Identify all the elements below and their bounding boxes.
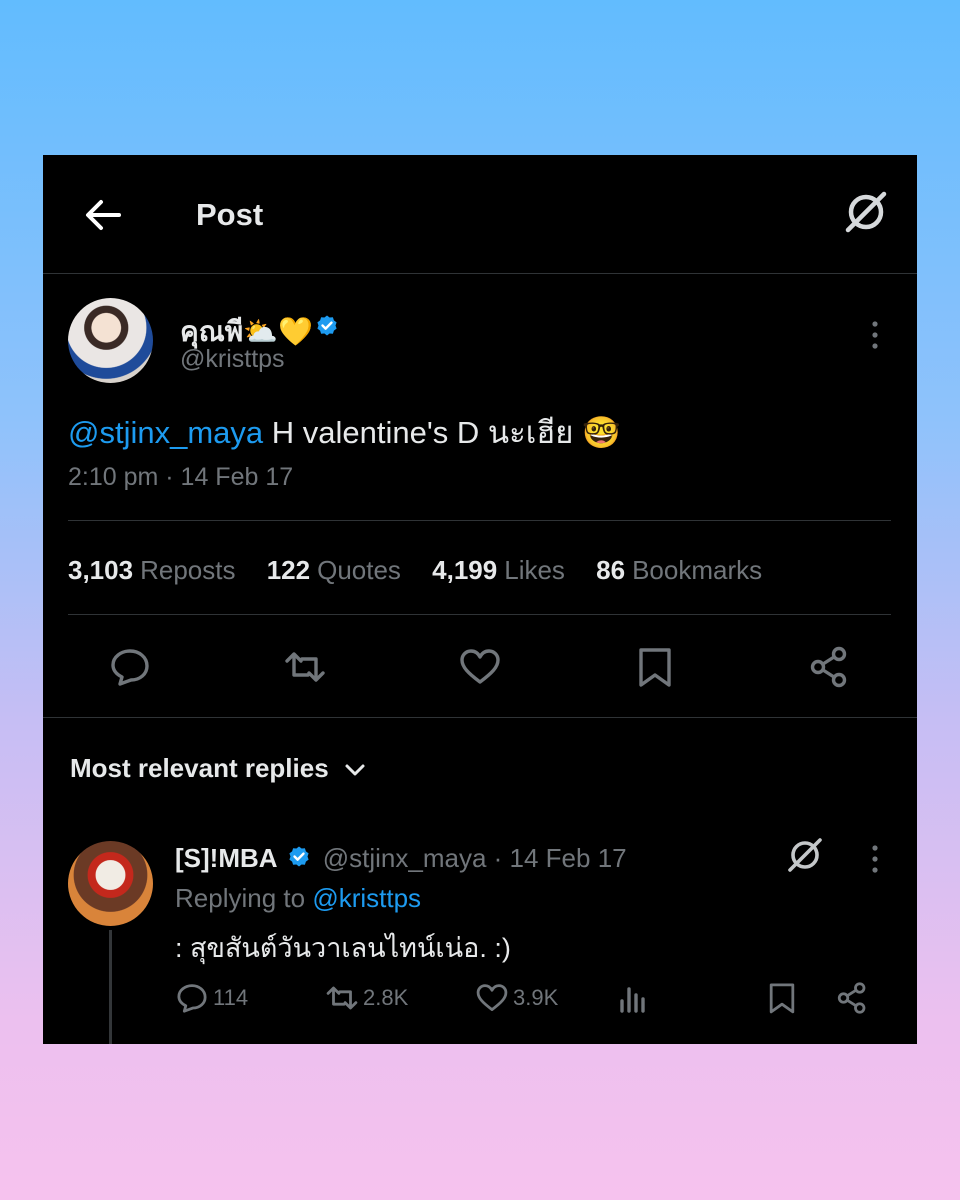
- divider: [43, 717, 917, 718]
- reply-author-line: [S]!MBA @stjinx_maya · 14 Feb 17: [175, 843, 627, 874]
- replying-to: Replying to @kristtps: [175, 883, 421, 914]
- replies-sort-label[interactable]: Most relevant replies: [70, 753, 329, 784]
- share-icon[interactable]: [807, 645, 851, 689]
- reply-icon: [177, 984, 207, 1013]
- tweet-body: H valentine's D นะเฮีย 🤓: [263, 415, 621, 450]
- share-icon: [837, 982, 866, 1014]
- tweet-text: @stjinx_maya H valentine's D นะเฮีย 🤓: [68, 407, 621, 457]
- grok-icon[interactable]: [841, 187, 891, 237]
- bookmark-icon[interactable]: [633, 645, 677, 689]
- author-handle[interactable]: @kristtps: [180, 345, 285, 374]
- reply-author-avatar[interactable]: [68, 841, 153, 926]
- repost-icon: [326, 986, 358, 1010]
- bookmarks-stat[interactable]: 86 Bookmarks: [596, 555, 762, 585]
- reposts-stat[interactable]: 3,103 Reposts: [68, 555, 235, 585]
- reply-replies-button[interactable]: 114: [175, 981, 248, 1015]
- likes-count: 4,199: [432, 555, 498, 585]
- likes-label: Likes: [504, 555, 565, 585]
- engagement-stats: 3,103 Reposts 122 Quotes 4,199 Likes 86 Book…: [68, 555, 762, 586]
- bookmarks-count: 86: [596, 555, 626, 585]
- grok-icon[interactable]: [785, 835, 825, 875]
- tweet-timestamp[interactable]: 2:10 pm · 14 Feb 17: [68, 463, 293, 492]
- reposts-label: Reposts: [140, 555, 236, 585]
- like-icon: [476, 984, 508, 1011]
- reply-likes-count: 3.9K: [513, 985, 559, 1010]
- replying-to-mention-link[interactable]: @kristtps: [312, 883, 421, 913]
- reply-reposts-count: 2.8K: [363, 985, 409, 1010]
- verified-badge-icon: [289, 846, 309, 867]
- chevron-down-icon[interactable]: [343, 758, 367, 782]
- replying-prefix: Replying to: [175, 883, 313, 913]
- quotes-label: Quotes: [317, 555, 401, 585]
- thread-line: [109, 930, 112, 1044]
- reply-bookmark-button[interactable]: [765, 981, 803, 1015]
- reply-repost-button[interactable]: 2.8K: [325, 981, 408, 1015]
- author-avatar[interactable]: [68, 298, 153, 383]
- top-bar: [43, 155, 917, 274]
- likes-stat[interactable]: 4,199 Likes: [432, 555, 565, 585]
- divider: [68, 614, 891, 615]
- reply-views-button[interactable]: [617, 981, 655, 1015]
- reposts-count: 3,103: [68, 555, 134, 585]
- bookmark-icon: [769, 983, 795, 1014]
- views-chart-icon: [620, 987, 645, 1013]
- quotes-stat[interactable]: 122 Quotes: [267, 555, 401, 585]
- reply-like-button[interactable]: 3.9K: [475, 981, 558, 1015]
- reply-author-handle-date[interactable]: @stjinx_maya · 14 Feb 17: [316, 843, 627, 873]
- more-options-icon[interactable]: [863, 319, 887, 351]
- verified-badge-icon: [317, 315, 337, 336]
- more-options-icon[interactable]: [863, 843, 887, 875]
- post-card: Post คุณพี⛅💛 @kristtps @stjinx_maya H va…: [43, 155, 917, 1044]
- like-icon[interactable]: [458, 645, 502, 689]
- quotes-count: 122: [266, 555, 311, 585]
- arrow-left-icon[interactable]: [83, 195, 123, 235]
- reply-replies-count: 114: [213, 985, 249, 1010]
- divider: [68, 520, 891, 521]
- tweet-mention-link[interactable]: @stjinx_maya: [68, 415, 263, 450]
- reply-icon[interactable]: [108, 645, 152, 689]
- reply-text: : สุขสันต์วันวาเลนไทน์เน่อ. :): [175, 933, 511, 963]
- reply-share-button[interactable]: [835, 981, 873, 1015]
- repost-icon[interactable]: [283, 645, 327, 689]
- page-title: Post: [196, 197, 264, 232]
- reply-author-display-name[interactable]: [S]!MBA: [175, 843, 278, 873]
- bookmarks-label: Bookmarks: [632, 555, 763, 585]
